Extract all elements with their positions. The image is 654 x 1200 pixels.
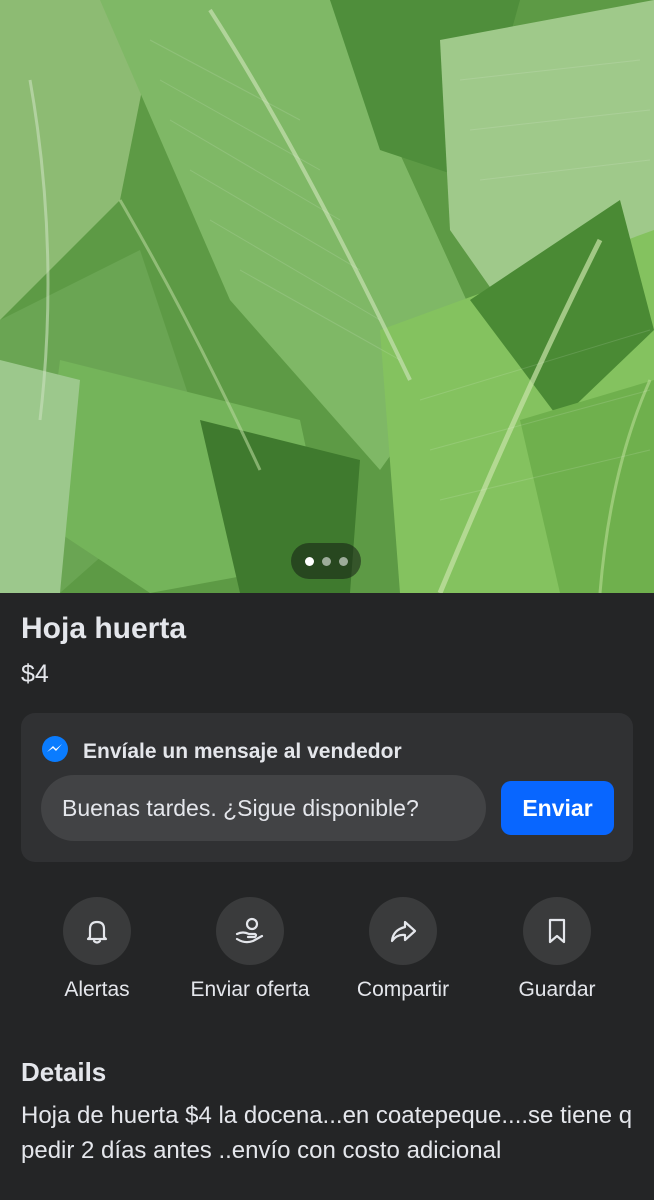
message-input[interactable]: Buenas tardes. ¿Sigue disponible? <box>41 775 486 841</box>
save-button[interactable] <box>523 897 591 965</box>
bookmark-icon <box>548 918 566 944</box>
details-heading: Details <box>21 1057 107 1087</box>
listing-title: Hoja huerta <box>21 612 187 645</box>
share-icon <box>390 920 417 943</box>
message-heading: Envíale un mensaje al vendedor <box>83 739 402 763</box>
pager-dot <box>338 556 348 566</box>
send-button[interactable]: Enviar <box>501 781 614 835</box>
alerts-label: Alertas <box>64 978 130 1001</box>
offer-icon <box>235 917 264 944</box>
send-offer-label: Enviar oferta <box>190 978 310 1001</box>
share-action[interactable]: Compartir <box>323 897 483 1002</box>
save-label: Guardar <box>518 978 596 1001</box>
share-label: Compartir <box>356 978 450 1001</box>
listing-price: $4 <box>21 660 49 688</box>
send-offer-button[interactable] <box>216 897 284 965</box>
message-header: Envíale un mensaje al vendedor <box>41 735 402 768</box>
bell-icon <box>86 920 108 944</box>
banana-leaves-image <box>0 0 654 593</box>
save-action[interactable]: Guardar <box>477 897 637 1002</box>
message-seller-card: Envíale un mensaje al vendedor Buenas ta… <box>21 713 633 862</box>
photo-pager[interactable] <box>291 543 361 579</box>
pager-dot <box>304 556 314 566</box>
alerts-button[interactable] <box>63 897 131 965</box>
listing-photo[interactable] <box>0 0 654 593</box>
pager-dot <box>321 556 331 566</box>
messenger-icon <box>41 735 69 768</box>
send-offer-action[interactable]: Enviar oferta <box>170 897 330 1002</box>
share-button[interactable] <box>369 897 437 965</box>
details-description: Hoja de huerta $4 la docena...en coatepe… <box>21 1102 633 1164</box>
alerts-action[interactable]: Alertas <box>17 897 177 1002</box>
